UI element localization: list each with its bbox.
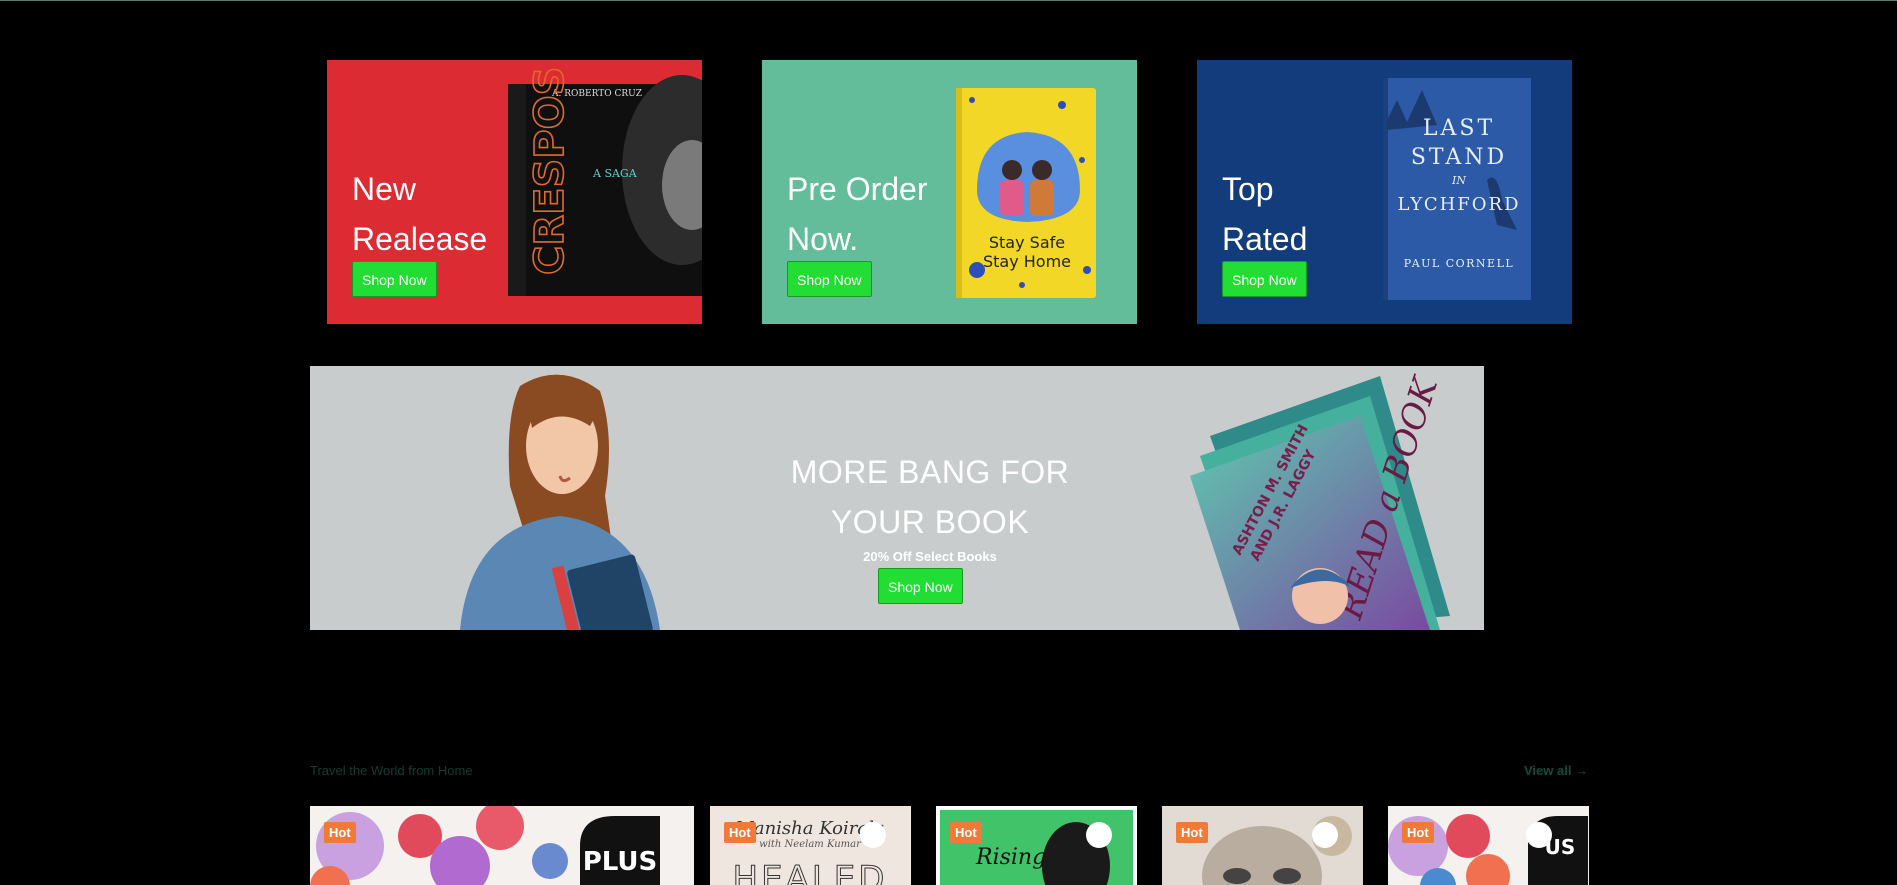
svg-text:PLUS: PLUS — [583, 847, 658, 877]
hot-badge: Hot — [1402, 822, 1434, 843]
banner-shop-now-button[interactable]: Shop Now — [878, 568, 963, 604]
promo-title: New Realease — [352, 171, 488, 257]
promo-pre-order[interactable]: Stay Safe Stay Home Pre Order Now. Shop … — [762, 60, 1137, 324]
product-cover-image — [1162, 806, 1363, 885]
wishlist-toggle[interactable] — [1526, 822, 1552, 848]
promo-new-release[interactable]: A. ROBERTO CRUZ CRESPOS A SAGA New Reale… — [327, 60, 702, 324]
banner-headline: MORE BANG FOR YOUR BOOK — [790, 454, 1070, 540]
promo-title: Pre Order Now. — [787, 171, 928, 257]
promo-title: Top Rated — [1222, 171, 1308, 257]
wishlist-toggle[interactable] — [860, 822, 886, 848]
wishlist-toggle[interactable] — [1312, 822, 1338, 848]
svg-text:Stay Home: Stay Home — [983, 252, 1071, 271]
svg-text:IN: IN — [1451, 174, 1466, 187]
hero-banner[interactable]: ASHTON M. SMITH AND J.R. LAGGY READ a BO… — [310, 366, 1484, 630]
shop-now-button[interactable]: Shop Now — [1222, 261, 1307, 297]
banner-subtext: 20% Off Select Books — [863, 549, 997, 564]
hot-badge: Hot — [724, 822, 756, 843]
svg-text:STAND: STAND — [1411, 145, 1507, 170]
wishlist-toggle[interactable] — [1086, 822, 1112, 848]
promo-top-rated[interactable]: LAST STAND IN LYCHFORD PAUL CORNELL Top … — [1197, 60, 1572, 324]
product-card[interactable]: Rising Hot — [936, 806, 1137, 885]
shop-now-button[interactable]: Shop Now — [787, 261, 872, 297]
product-card[interactable]: PLUS Hot — [310, 806, 694, 885]
student-image — [460, 374, 660, 630]
product-cover-image: PLUS — [310, 806, 694, 885]
svg-text:with Neelam Kumar: with Neelam Kumar — [759, 839, 862, 850]
section-title: Travel the World from Home — [310, 763, 473, 778]
hot-badge: Hot — [324, 822, 356, 843]
read-a-book-image: ASHTON M. SMITH AND J.R. LAGGY READ a BO… — [1190, 370, 1450, 630]
top-divider — [0, 0, 1897, 1]
svg-text:PAUL CORNELL: PAUL CORNELL — [1404, 257, 1514, 270]
svg-text:Stay Safe: Stay Safe — [989, 233, 1065, 252]
product-cover-image: Manisha Koirala with Neelam Kumar HEALED — [710, 806, 911, 885]
svg-text:A SAGA: A SAGA — [592, 167, 638, 180]
svg-text:CRESPOS: CRESPOS — [527, 67, 573, 275]
product-card[interactable]: Manisha Koirala with Neelam Kumar HEALED… — [710, 806, 911, 885]
product-card[interactable]: US Hot — [1388, 806, 1589, 885]
view-all-link[interactable]: View all → — [1524, 763, 1588, 778]
svg-text:LYCHFORD: LYCHFORD — [1397, 194, 1520, 215]
product-cover-image: Rising — [936, 806, 1137, 885]
product-card[interactable]: Hot — [1162, 806, 1363, 885]
svg-text:Rising: Rising — [975, 845, 1046, 870]
hot-badge: Hot — [950, 822, 982, 843]
product-cover-image: US — [1388, 806, 1589, 885]
svg-text:HEALED: HEALED — [733, 859, 888, 885]
shop-now-button[interactable]: Shop Now — [352, 261, 437, 297]
hot-badge: Hot — [1176, 822, 1208, 843]
svg-text:LAST: LAST — [1423, 116, 1495, 141]
